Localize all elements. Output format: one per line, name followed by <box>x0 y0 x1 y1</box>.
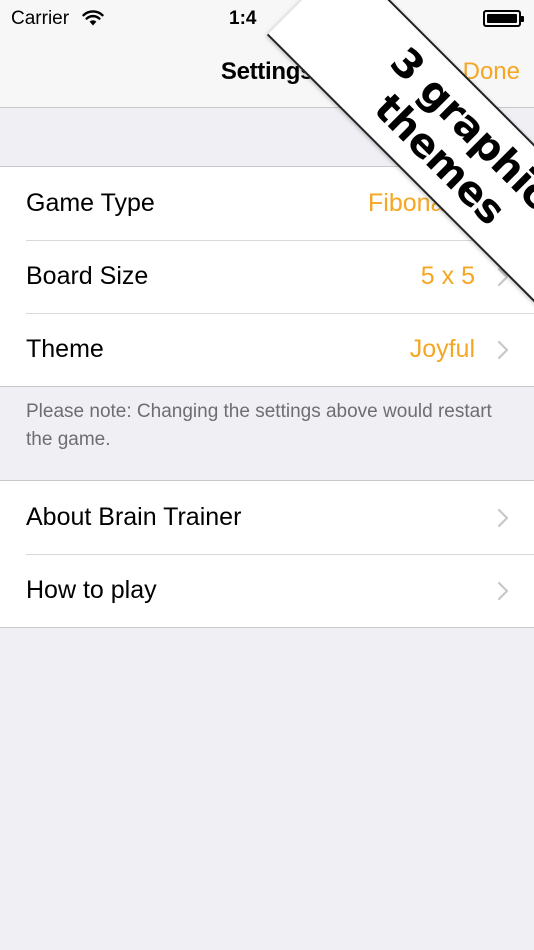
chevron-right-icon <box>497 581 509 601</box>
setting-row-board-size[interactable]: Board Size 5 x 5 <box>0 240 534 313</box>
chevron-right-icon <box>497 508 509 528</box>
row-label: Theme <box>26 335 104 363</box>
chevron-right-icon <box>497 340 509 360</box>
row-value: Joyful <box>409 335 475 363</box>
row-label: Game Type <box>26 189 155 217</box>
status-bar: Carrier 1:4 <box>0 0 534 38</box>
row-label: About Brain Trainer <box>26 503 242 531</box>
carrier-label: Carrier <box>11 8 70 29</box>
info-row-how-to-play[interactable]: How to play <box>0 554 534 627</box>
row-label: How to play <box>26 576 157 604</box>
settings-footer-note: Please note: Changing the settings above… <box>26 401 492 450</box>
info-row-about[interactable]: About Brain Trainer <box>0 481 534 554</box>
battery-icon <box>483 10 524 27</box>
info-group: About Brain Trainer How to play <box>0 480 534 628</box>
row-value: 5 x 5 <box>420 262 475 290</box>
setting-row-theme[interactable]: Theme Joyful <box>0 313 534 386</box>
wifi-icon <box>82 10 104 26</box>
row-label: Board Size <box>26 262 149 290</box>
status-time: 1:4 <box>229 8 257 29</box>
